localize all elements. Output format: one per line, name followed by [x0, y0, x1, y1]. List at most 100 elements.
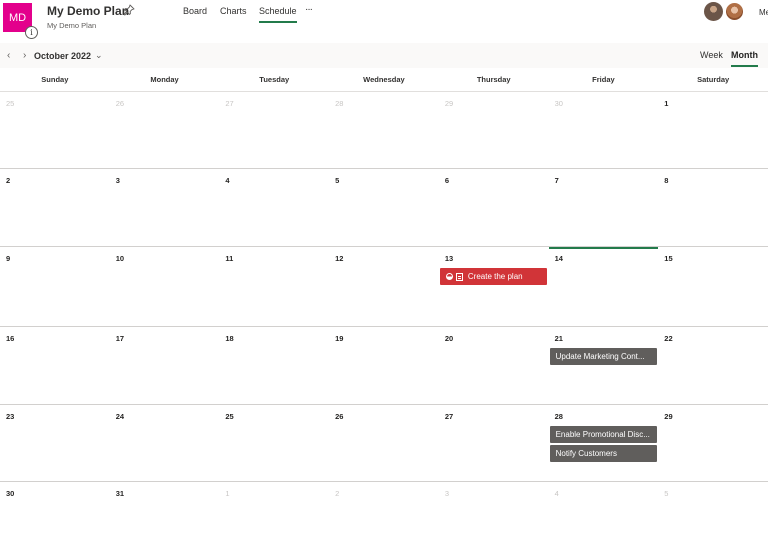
- day-number: 28: [335, 99, 344, 108]
- day-number: 26: [115, 99, 125, 108]
- day-number: 30: [6, 489, 15, 498]
- day-cell[interactable]: 6: [439, 169, 549, 246]
- day-cell[interactable]: 2: [329, 482, 439, 555]
- day-cell[interactable]: 23: [0, 405, 110, 481]
- task-title: Notify Customers: [555, 449, 617, 458]
- weekday-label: Friday: [592, 75, 615, 84]
- day-number: 18: [225, 334, 234, 343]
- day-cell[interactable]: 10: [110, 247, 220, 326]
- day-cell[interactable]: 28 Enable Promotional Disc... Notify Cus…: [549, 405, 659, 481]
- day-cell[interactable]: 29: [439, 92, 549, 168]
- day-number: 20: [444, 334, 454, 343]
- weekday-header-row: Sunday Monday Tuesday Wednesday Thursday…: [0, 68, 768, 92]
- info-icon[interactable]: i: [25, 26, 38, 39]
- day-cell[interactable]: 30: [0, 482, 110, 555]
- week-row: 23 24 25 26 27 28 Enable Promotional Dis…: [0, 405, 768, 482]
- day-cell[interactable]: 1: [219, 482, 329, 555]
- progress-in-progress-icon: [445, 273, 453, 280]
- day-cell[interactable]: 7: [549, 169, 659, 246]
- day-cell[interactable]: 27: [439, 405, 549, 481]
- weekday-label: Wednesday: [363, 75, 405, 84]
- week-row: 30 31 1 2 3 4 5: [0, 482, 768, 555]
- day-cell[interactable]: 4: [219, 169, 329, 246]
- day-cell-today[interactable]: 14: [548, 247, 659, 326]
- task-card-notify-customers[interactable]: Notify Customers: [549, 445, 657, 462]
- day-number: 13: [444, 254, 454, 263]
- view-month-button[interactable]: Month: [731, 50, 758, 67]
- day-cell[interactable]: 25: [219, 405, 329, 481]
- day-cell[interactable]: 30: [549, 92, 659, 168]
- day-cell[interactable]: 28: [329, 92, 439, 168]
- day-number: 5: [335, 176, 340, 185]
- day-cell[interactable]: 24: [110, 405, 220, 481]
- day-number: 16: [6, 334, 15, 343]
- chevron-right-icon[interactable]: ›: [23, 50, 26, 61]
- view-week-button[interactable]: Week: [700, 50, 723, 60]
- day-cell[interactable]: 22: [658, 327, 768, 404]
- day-cell[interactable]: 12: [329, 247, 439, 326]
- weekday-label: Tuesday: [259, 75, 290, 84]
- day-cell[interactable]: 15: [658, 247, 768, 326]
- day-cell[interactable]: 9: [0, 247, 110, 326]
- pin-icon[interactable]: [123, 4, 135, 16]
- day-number: 4: [554, 489, 559, 498]
- task-title: Update Marketing Cont...: [555, 352, 645, 361]
- day-cell[interactable]: 3: [110, 169, 220, 246]
- day-cell[interactable]: 21 Update Marketing Cont...: [549, 327, 659, 404]
- day-number: 3: [444, 489, 450, 498]
- day-cell[interactable]: 11: [219, 247, 329, 326]
- member-avatar-2[interactable]: [725, 2, 744, 21]
- chevron-down-icon[interactable]: ⌄: [95, 50, 103, 61]
- week-row: 25 26 27 28 29 30 1: [0, 92, 768, 169]
- day-cell[interactable]: 4: [549, 482, 659, 555]
- day-cell[interactable]: 5: [329, 169, 439, 246]
- calendar-toolbar: [0, 43, 768, 68]
- day-number: 29: [664, 412, 673, 421]
- day-number: 1: [664, 99, 669, 108]
- plan-title[interactable]: My Demo Plan: [47, 4, 129, 18]
- day-number: 10: [115, 254, 125, 263]
- tab-charts[interactable]: Charts: [220, 6, 247, 22]
- chevron-left-icon[interactable]: ‹: [7, 50, 10, 61]
- day-cell[interactable]: 25: [0, 92, 110, 168]
- day-cell[interactable]: 20: [439, 327, 549, 404]
- day-number: 9: [6, 254, 11, 263]
- day-cell[interactable]: 13 Create the plan: [439, 247, 549, 326]
- day-cell[interactable]: 5: [658, 482, 768, 555]
- month-label[interactable]: October 2022: [34, 51, 91, 61]
- plan-subtitle: My Demo Plan: [47, 21, 97, 30]
- task-card-enable-promotional[interactable]: Enable Promotional Disc...: [549, 426, 657, 443]
- day-cell[interactable]: 8: [658, 169, 768, 246]
- day-number: 28: [554, 412, 563, 421]
- day-cell[interactable]: 19: [329, 327, 439, 404]
- day-cell[interactable]: 26: [110, 92, 220, 168]
- day-number: 31: [115, 489, 125, 498]
- tab-board[interactable]: Board: [183, 6, 207, 22]
- day-cell[interactable]: 26: [329, 405, 439, 481]
- day-number: 19: [335, 334, 344, 343]
- day-cell[interactable]: 1: [658, 92, 768, 168]
- day-number: 24: [115, 412, 125, 421]
- day-cell[interactable]: 2: [0, 169, 110, 246]
- week-row: 9 10 11 12 13 Create the plan 14 15: [0, 247, 768, 327]
- day-cell[interactable]: 3: [439, 482, 549, 555]
- user-label[interactable]: Me: [759, 8, 768, 17]
- day-cell[interactable]: 18: [219, 327, 329, 404]
- day-cell[interactable]: 16: [0, 327, 110, 404]
- day-cell[interactable]: 17: [110, 327, 220, 404]
- day-cell[interactable]: 29: [658, 405, 768, 481]
- more-options-icon[interactable]: ···: [305, 4, 313, 15]
- day-cell[interactable]: 31: [110, 482, 220, 555]
- member-avatar-1[interactable]: [704, 2, 723, 21]
- task-card-create-the-plan[interactable]: Create the plan: [439, 268, 547, 285]
- weekday-label: Sunday: [41, 75, 69, 84]
- day-number: 23: [6, 412, 15, 421]
- day-number: 26: [335, 412, 344, 421]
- day-number: 30: [554, 99, 563, 108]
- tab-schedule[interactable]: Schedule: [259, 6, 297, 23]
- day-number: 27: [444, 412, 454, 421]
- day-number: 25: [225, 412, 234, 421]
- day-cell[interactable]: 27: [219, 92, 329, 168]
- day-number: 27: [225, 99, 234, 108]
- task-card-update-marketing[interactable]: Update Marketing Cont...: [549, 348, 657, 365]
